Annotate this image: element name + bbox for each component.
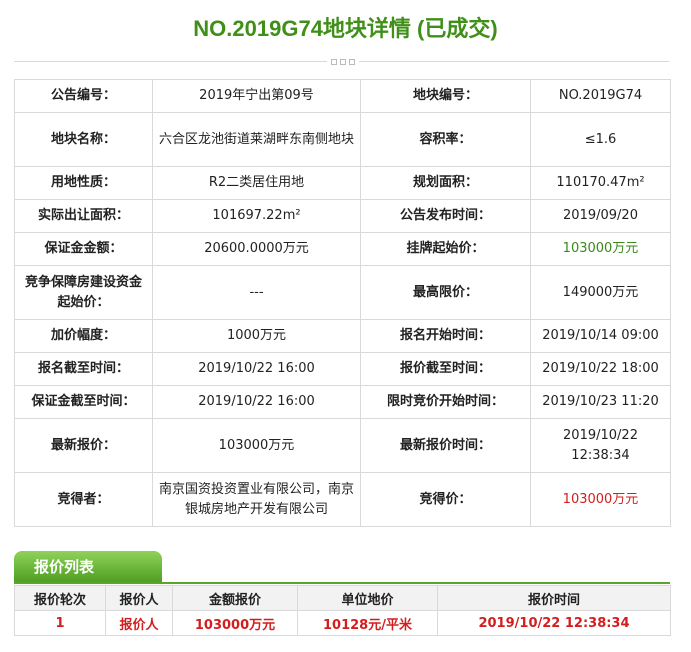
label-registration-end: 报名截至时间： — [14, 352, 153, 386]
label-parcel-no: 地块编号： — [360, 79, 531, 113]
value-increment: 1000万元 — [152, 319, 361, 353]
value-max-price: 149000万元 — [530, 265, 671, 320]
label-bid-end: 报价截至时间： — [360, 352, 531, 386]
tab-bid-list[interactable]: 报价列表 — [14, 551, 162, 582]
bid-list-table: 报价轮次 报价人 金额报价 单位地价 报价时间 1 报价人 103000万元 1… — [14, 585, 671, 636]
label-timed-bid-start: 限时竞价开始时间： — [360, 385, 531, 419]
bid-time: 2019/10/22 12:38:34 — [437, 610, 671, 636]
value-registration-start: 2019/10/14 09:00 — [530, 319, 671, 353]
bid-round: 1 — [14, 610, 106, 636]
label-winner: 竞得者： — [14, 472, 153, 527]
detail-row: 竞得者： 南京国资投资置业有限公司，南京银城房地产开发有限公司 竞得价： 103… — [14, 472, 671, 527]
detail-row: 最新报价： 103000万元 最新报价时间： 2019/10/22 12:38:… — [14, 418, 671, 473]
table-row: 1 报价人 103000万元 10128元/平米 2019/10/22 12:3… — [14, 610, 671, 636]
detail-row: 竞争保障房建设资金起始价： --- 最高限价： 149000万元 — [14, 265, 671, 320]
value-registration-end: 2019/10/22 16:00 — [152, 352, 361, 386]
value-planned-area: 110170.47m² — [530, 166, 671, 200]
bid-unit-price: 10128元/平米 — [297, 610, 438, 636]
label-parcel-name: 地块名称： — [14, 112, 153, 167]
value-housing-fund-price: --- — [152, 265, 361, 320]
detail-row: 报名截至时间： 2019/10/22 16:00 报价截至时间： 2019/10… — [14, 352, 671, 386]
label-latest-bid: 最新报价： — [14, 418, 153, 473]
value-publish-time: 2019/09/20 — [530, 199, 671, 233]
label-deposit-deadline: 保证金截至时间： — [14, 385, 153, 419]
label-housing-fund-price: 竞争保障房建设资金起始价： — [14, 265, 153, 320]
header-bid-time: 报价时间 — [437, 585, 671, 611]
value-actual-area: 101697.22m² — [152, 199, 361, 233]
label-max-price: 最高限价： — [360, 265, 531, 320]
value-latest-bid-time: 2019/10/22 12:38:34 — [530, 418, 671, 473]
value-winning-price: 103000万元 — [530, 472, 671, 527]
label-announcement-no: 公告编号： — [14, 79, 153, 113]
value-start-price: 103000万元 — [530, 232, 671, 266]
label-deposit: 保证金金额： — [14, 232, 153, 266]
label-winning-price: 竞得价： — [360, 472, 531, 527]
value-deposit: 20600.0000万元 — [152, 232, 361, 266]
value-plot-ratio: ≤1.6 — [530, 112, 671, 167]
header-bid-round: 报价轮次 — [14, 585, 106, 611]
detail-row: 保证金截至时间： 2019/10/22 16:00 限时竞价开始时间： 2019… — [14, 385, 671, 419]
label-increment: 加价幅度： — [14, 319, 153, 353]
value-announcement-no: 2019年宁出第09号 — [152, 79, 361, 113]
label-actual-area: 实际出让面积： — [14, 199, 153, 233]
label-planned-area: 规划面积： — [360, 166, 531, 200]
bid-header-row: 报价轮次 报价人 金额报价 单位地价 报价时间 — [14, 585, 671, 611]
detail-row: 用地性质： R2二类居住用地 规划面积： 110170.47m² — [14, 166, 671, 200]
value-bid-end: 2019/10/22 18:00 — [530, 352, 671, 386]
bid-list-tabbar: 报价列表 — [14, 551, 670, 584]
detail-row: 实际出让面积： 101697.22m² 公告发布时间： 2019/09/20 — [14, 199, 671, 233]
value-land-use: R2二类居住用地 — [152, 166, 361, 200]
value-latest-bid: 103000万元 — [152, 418, 361, 473]
label-land-use: 用地性质： — [14, 166, 153, 200]
detail-row: 加价幅度： 1000万元 报名开始时间： 2019/10/14 09:00 — [14, 319, 671, 353]
value-parcel-no: NO.2019G74 — [530, 79, 671, 113]
parcel-detail-table: 公告编号： 2019年宁出第09号 地块编号： NO.2019G74 地块名称：… — [14, 79, 671, 527]
value-timed-bid-start: 2019/10/23 11:20 — [530, 385, 671, 419]
label-publish-time: 公告发布时间： — [360, 199, 531, 233]
label-latest-bid-time: 最新报价时间： — [360, 418, 531, 473]
detail-row: 公告编号： 2019年宁出第09号 地块编号： NO.2019G74 — [14, 79, 671, 113]
detail-row: 地块名称： 六合区龙池街道莱湖畔东南侧地块 容积率： ≤1.6 — [14, 112, 671, 167]
value-winner: 南京国资投资置业有限公司，南京银城房地产开发有限公司 — [152, 472, 361, 527]
page-title: NO.2019G74地块详情 (已成交) — [193, 16, 498, 41]
detail-row: 保证金金额： 20600.0000万元 挂牌起始价： 103000万元 — [14, 232, 671, 266]
label-registration-start: 报名开始时间： — [360, 319, 531, 353]
header-bidder: 报价人 — [105, 585, 173, 611]
value-parcel-name: 六合区龙池街道莱湖畔东南侧地块 — [152, 112, 361, 167]
bidder: 报价人 — [105, 610, 173, 636]
value-deposit-deadline: 2019/10/22 16:00 — [152, 385, 361, 419]
bid-amount: 103000万元 — [172, 610, 298, 636]
label-plot-ratio: 容积率： — [360, 112, 531, 167]
divider-ornament — [327, 57, 359, 66]
label-start-price: 挂牌起始价： — [360, 232, 531, 266]
header-amount: 金额报价 — [172, 585, 298, 611]
header-unit-price: 单位地价 — [297, 585, 438, 611]
